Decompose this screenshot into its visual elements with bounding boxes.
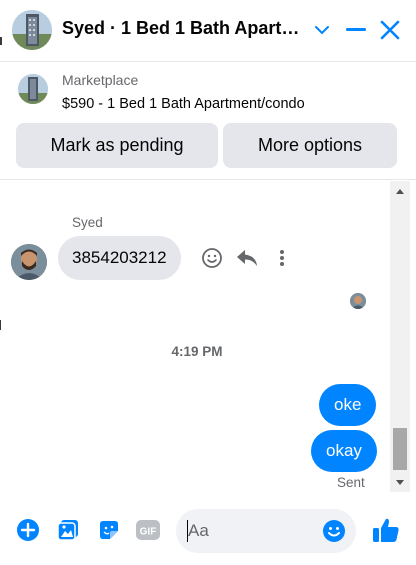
- emoji-icon[interactable]: [322, 519, 346, 543]
- scroll-up-arrow[interactable]: [390, 183, 410, 199]
- gif-icon[interactable]: GIF: [136, 517, 160, 543]
- sticker-icon[interactable]: [96, 517, 122, 543]
- marketplace-listing-card: Marketplace $590 - 1 Bed 1 Bath Apartmen…: [0, 62, 416, 180]
- text-caret: [187, 520, 188, 542]
- conversation-avatar[interactable]: [12, 10, 52, 50]
- photo-icon[interactable]: [55, 517, 81, 543]
- close-icon[interactable]: [376, 16, 404, 44]
- background-edge: [0, 320, 1, 330]
- listing-thumbnail[interactable]: [18, 74, 48, 104]
- message-input[interactable]: [188, 509, 318, 553]
- outgoing-message-bubble[interactable]: oke: [319, 384, 377, 426]
- chevron-down-icon[interactable]: [308, 16, 336, 44]
- more-options-button[interactable]: More options: [223, 123, 397, 168]
- emoji-react-icon[interactable]: [200, 246, 224, 270]
- message-timestamp: 4:19 PM: [171, 344, 223, 359]
- read-receipt-avatar: [350, 293, 366, 309]
- minimize-icon[interactable]: [342, 16, 370, 44]
- sender-name: Syed: [72, 215, 103, 230]
- thread-scrollbar[interactable]: [390, 181, 410, 492]
- like-thumb-icon[interactable]: [371, 515, 401, 545]
- listing-title[interactable]: $590 - 1 Bed 1 Bath Apartment/condo: [62, 96, 305, 112]
- background-edge: [0, 37, 2, 45]
- message-composer: GIF: [0, 492, 416, 565]
- chat-header: Syed · 1 Bed 1 Bath Apartment/condo: [0, 0, 416, 62]
- plus-circle-icon[interactable]: [15, 517, 41, 543]
- scroll-thumb[interactable]: [393, 428, 407, 470]
- sender-avatar[interactable]: [11, 244, 47, 280]
- incoming-message-bubble[interactable]: 3854203212: [58, 236, 181, 280]
- message-thread: Syed 3854203212 4:19 PM oke okay Sent: [0, 181, 390, 492]
- scroll-down-arrow[interactable]: [390, 474, 410, 490]
- more-actions-icon[interactable]: [270, 246, 294, 270]
- svg-text:GIF: GIF: [140, 527, 157, 538]
- message-input-container: [176, 509, 356, 553]
- outgoing-message-bubble[interactable]: okay: [311, 430, 377, 472]
- conversation-title[interactable]: Syed · 1 Bed 1 Bath Apartment/condo: [62, 18, 310, 39]
- mark-as-pending-button[interactable]: Mark as pending: [16, 123, 218, 168]
- reply-icon[interactable]: [235, 246, 259, 270]
- listing-source-label: Marketplace: [62, 72, 139, 88]
- message-status: Sent: [337, 475, 365, 490]
